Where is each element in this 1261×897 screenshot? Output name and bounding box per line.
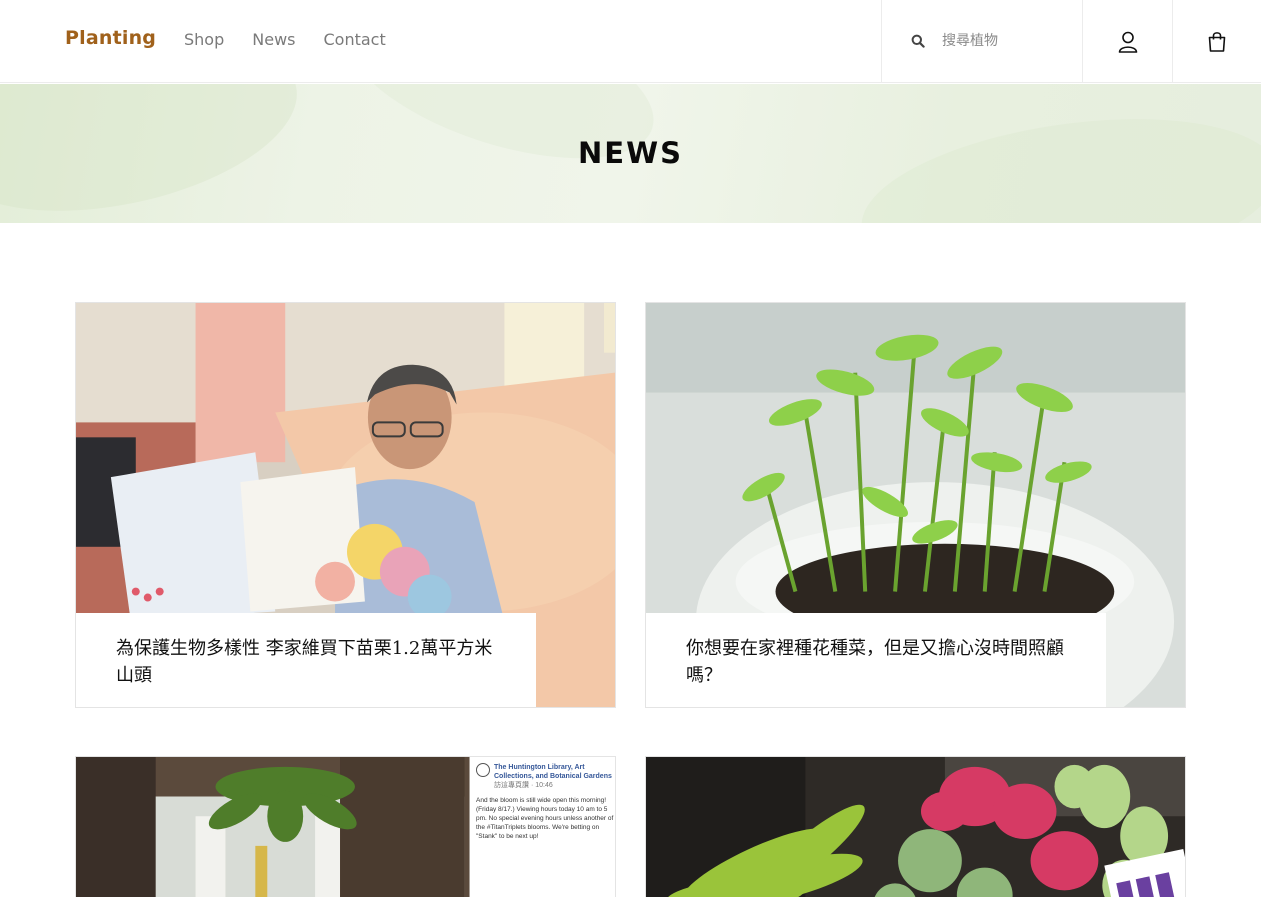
search-icon[interactable] bbox=[911, 34, 925, 48]
nav-shop[interactable]: Shop bbox=[184, 30, 224, 49]
search-input[interactable] bbox=[942, 28, 1072, 54]
news-card[interactable] bbox=[645, 756, 1186, 897]
post-account[interactable]: The Huntington Library, Art Collections,… bbox=[494, 763, 614, 781]
account-button[interactable] bbox=[1082, 0, 1173, 83]
nav-contact[interactable]: Contact bbox=[323, 30, 385, 49]
news-card[interactable]: 你想要在家裡種花種菜，但是又擔心沒時間照顧嗎？ bbox=[645, 302, 1186, 708]
post-meta: 訪這專頁讚 · 10:46 bbox=[494, 782, 553, 789]
nav-news[interactable]: News bbox=[252, 30, 295, 49]
brand-logo[interactable]: Planting bbox=[65, 27, 156, 49]
page-title: NEWS bbox=[578, 136, 683, 170]
cart-button[interactable] bbox=[1172, 0, 1261, 83]
page-hero: NEWS bbox=[0, 84, 1261, 223]
news-card[interactable]: The Huntington Library, Art Collections,… bbox=[75, 756, 616, 897]
search-box bbox=[881, 0, 1083, 83]
news-card[interactable]: 為保護生物多樣性 李家維買下苗栗1.2萬平方米山頭 bbox=[75, 302, 616, 708]
article-title[interactable]: 你想要在家裡種花種菜，但是又擔心沒時間照顧嗎？ bbox=[686, 635, 1066, 689]
main-nav: Shop News Contact bbox=[184, 30, 414, 49]
article-image bbox=[646, 757, 1185, 897]
card-caption: 為保護生物多樣性 李家維買下苗栗1.2萬平方米山頭 bbox=[76, 613, 536, 707]
site-header: Planting Shop News Contact bbox=[0, 0, 1261, 83]
post-body: And the bloom is still wide open this mo… bbox=[476, 797, 614, 840]
shopping-bag-icon bbox=[1208, 32, 1226, 52]
article-title[interactable]: 為保護生物多樣性 李家維買下苗栗1.2萬平方米山頭 bbox=[116, 635, 496, 689]
user-icon bbox=[1118, 31, 1138, 53]
page-avatar bbox=[476, 763, 490, 777]
social-post: The Huntington Library, Art Collections,… bbox=[476, 763, 614, 841]
card-caption: 你想要在家裡種花種菜，但是又擔心沒時間照顧嗎？ bbox=[646, 613, 1106, 707]
